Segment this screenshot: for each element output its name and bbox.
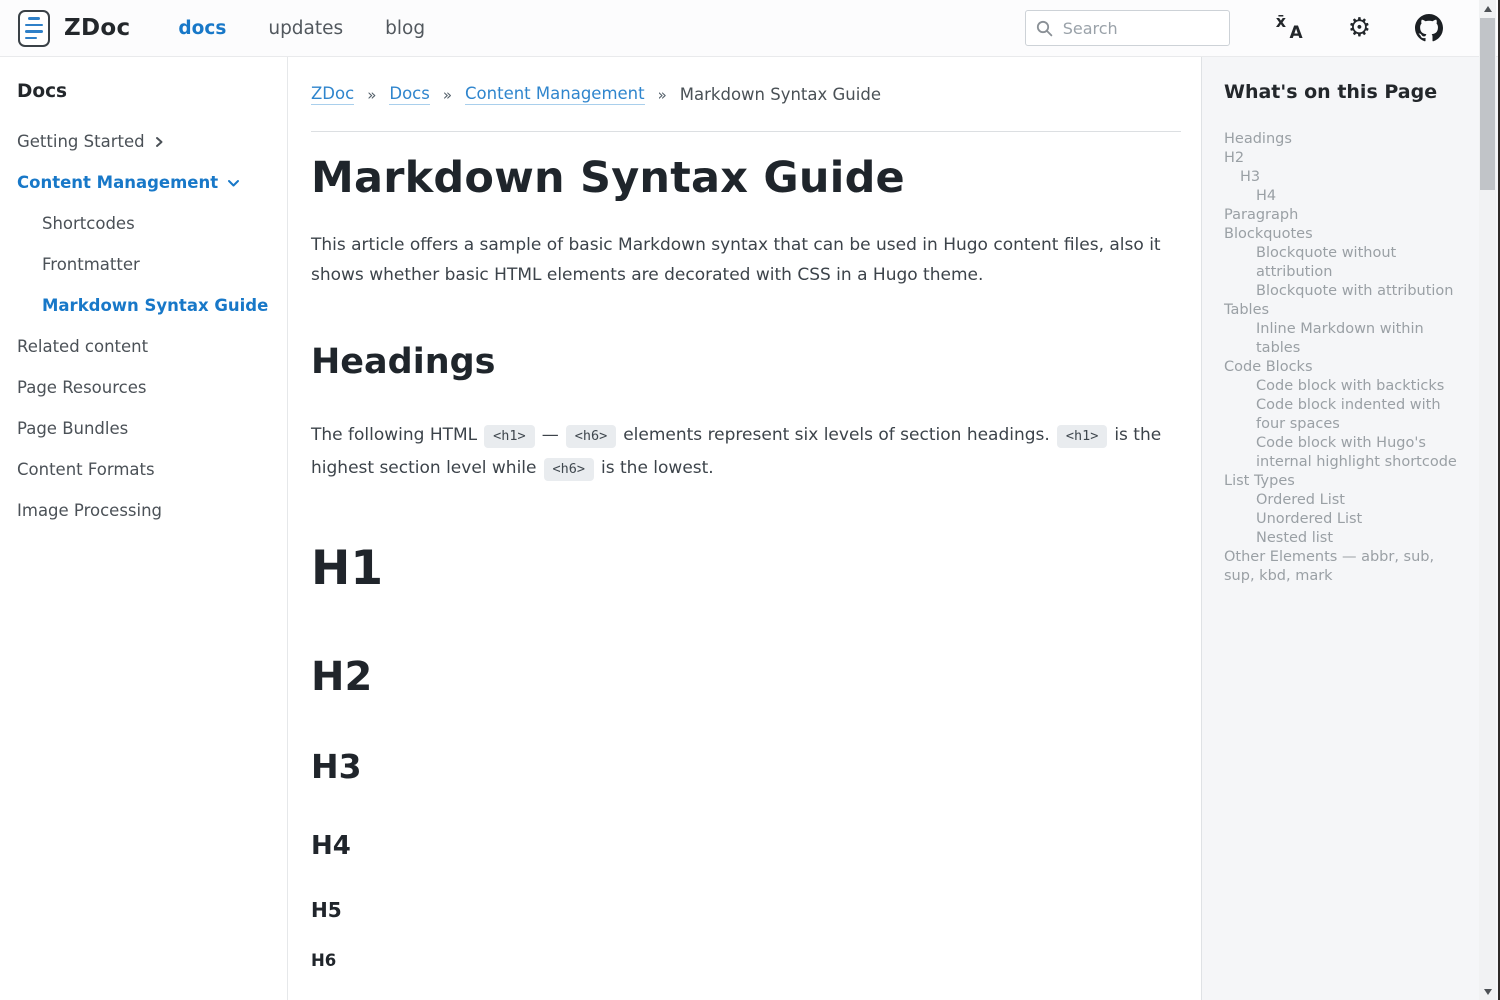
toc-title: What's on this Page xyxy=(1224,81,1474,103)
sample-heading-h5: H5 xyxy=(311,899,1181,922)
headings-note-paragraph: The following HTML <h1> — <h6> elements repr… xyxy=(311,419,1163,485)
toc-item-h2[interactable]: H2 xyxy=(1224,149,1469,168)
scroll-down-arrow-icon[interactable] xyxy=(1479,983,1496,1000)
logo-line xyxy=(25,37,37,40)
nav-item-docs[interactable]: docs xyxy=(178,18,226,39)
brand-title[interactable]: ZDoc xyxy=(64,15,130,41)
toc-item-tables[interactable]: Tables xyxy=(1224,301,1469,320)
scroll-up-arrow-icon[interactable] xyxy=(1479,0,1496,17)
sample-heading-h2: H2 xyxy=(311,654,1181,700)
section-heading-headings: Headings xyxy=(311,341,1181,383)
sidebar-item-label: Content Management xyxy=(17,173,218,192)
breadcrumb-separator: » xyxy=(367,86,376,104)
inline-code-h6: <h6> xyxy=(566,425,617,448)
inline-code-h1: <h1> xyxy=(484,425,535,448)
sidebar-item-image-processing[interactable]: Image Processing xyxy=(17,501,273,520)
toc-item-h4[interactable]: H4 xyxy=(1224,187,1469,206)
sidebar-item-label: Getting Started xyxy=(17,132,145,151)
note-text: elements represent six levels of section… xyxy=(623,425,1050,445)
sidebar-item-page-bundles[interactable]: Page Bundles xyxy=(17,419,273,438)
search-input[interactable] xyxy=(1063,19,1213,38)
toc-item-blockquote-without-attribution[interactable]: Blockquote without attribution xyxy=(1224,244,1469,282)
toc-item-code-block-with-backticks[interactable]: Code block with backticks xyxy=(1224,377,1469,396)
sidebar-item-content-formats[interactable]: Content Formats xyxy=(17,460,273,479)
sidebar-item-getting-started[interactable]: Getting Started xyxy=(17,132,273,151)
page: ZDoc docs updates blog ⚙ Docs Getting xyxy=(0,0,1500,1000)
breadcrumb-link-docs[interactable]: Docs xyxy=(389,84,429,105)
sidebar-item-label: Page Bundles xyxy=(17,419,128,438)
toc-item-code-blocks[interactable]: Code Blocks xyxy=(1224,358,1469,377)
translate-icon[interactable] xyxy=(1276,15,1304,41)
chevron-down-icon xyxy=(227,178,240,188)
sidebar-item-page-resources[interactable]: Page Resources xyxy=(17,378,273,397)
breadcrumb-separator: » xyxy=(658,86,667,104)
app-logo-icon[interactable] xyxy=(18,10,50,47)
toc-item-unordered-list[interactable]: Unordered List xyxy=(1224,510,1469,529)
sample-heading-h4: H4 xyxy=(311,832,1181,862)
github-icon[interactable] xyxy=(1415,14,1443,42)
breadcrumb-link-content-management[interactable]: Content Management xyxy=(465,84,645,105)
toc-item-code-block-highlight-shortcode[interactable]: Code block with Hugo's internal highligh… xyxy=(1224,434,1469,472)
toc-item-code-block-indented[interactable]: Code block indented with four spaces xyxy=(1224,396,1469,434)
sidebar-item-label: Markdown Syntax Guide xyxy=(42,296,268,315)
sidebar-item-markdown-syntax-guide[interactable]: Markdown Syntax Guide xyxy=(42,296,273,315)
toc-item-headings[interactable]: Headings xyxy=(1224,130,1469,149)
chevron-right-icon xyxy=(154,136,164,148)
nav-item-blog[interactable]: blog xyxy=(385,18,425,39)
toc-panel: What's on this Page Headings H2 H3 H4 Pa… xyxy=(1201,57,1498,1000)
sidebar-item-label: Image Processing xyxy=(17,501,162,520)
inline-code-h1: <h1> xyxy=(1057,425,1108,448)
sidebar-item-label: Content Formats xyxy=(17,460,155,479)
main-content: ZDoc » Docs » Content Management » Markd… xyxy=(288,57,1201,1000)
sample-heading-h3: H3 xyxy=(311,748,1181,786)
scrollbar[interactable] xyxy=(1479,0,1496,1000)
search-box[interactable] xyxy=(1025,10,1230,46)
toc-item-ordered-list[interactable]: Ordered List xyxy=(1224,491,1469,510)
note-text: The following HTML xyxy=(311,425,477,445)
sample-heading-h1: H1 xyxy=(311,542,1181,596)
search-icon xyxy=(1036,20,1053,37)
logo-line xyxy=(25,24,43,27)
breadcrumb-link-zdoc[interactable]: ZDoc xyxy=(311,84,354,105)
sidebar-item-label: Related content xyxy=(17,337,148,356)
sidebar-item-label: Page Resources xyxy=(17,378,146,397)
header-icons: ⚙ xyxy=(1276,14,1443,42)
breadcrumb: ZDoc » Docs » Content Management » Markd… xyxy=(311,84,1181,105)
sidebar-item-related-content[interactable]: Related content xyxy=(17,337,273,356)
breadcrumb-current: Markdown Syntax Guide xyxy=(680,85,881,104)
toc-item-paragraph[interactable]: Paragraph xyxy=(1224,206,1469,225)
toc-list: Headings H2 H3 H4 Paragraph Blockquotes … xyxy=(1224,130,1469,586)
sidebar-item-shortcodes[interactable]: Shortcodes xyxy=(42,214,273,233)
sidebar-item-content-management[interactable]: Content Management xyxy=(17,173,273,192)
note-text: is the lowest. xyxy=(601,458,714,478)
sidebar-title: Docs xyxy=(17,81,273,102)
logo-line xyxy=(25,30,43,33)
nav-item-updates[interactable]: updates xyxy=(268,18,343,39)
note-text: — xyxy=(542,425,559,445)
toc-item-other-elements[interactable]: Other Elements — abbr, sub, sup, kbd, ma… xyxy=(1224,548,1469,586)
toc-item-h3[interactable]: H3 xyxy=(1224,168,1469,187)
logo-line xyxy=(28,17,40,20)
sample-heading-h6: H6 xyxy=(311,952,1181,971)
sidebar-item-label: Frontmatter xyxy=(42,255,140,274)
content-row: Docs Getting Started Content Management … xyxy=(0,57,1498,1000)
intro-paragraph: This article offers a sample of basic Ma… xyxy=(311,230,1163,290)
toc-item-list-types[interactable]: List Types xyxy=(1224,472,1469,491)
settings-gear-icon[interactable]: ⚙ xyxy=(1348,15,1371,41)
sidebar-item-label: Shortcodes xyxy=(42,214,135,233)
header: ZDoc docs updates blog ⚙ xyxy=(0,0,1498,57)
breadcrumb-separator: » xyxy=(443,86,452,104)
toc-item-inline-markdown-within-tables[interactable]: Inline Markdown within tables xyxy=(1224,320,1469,358)
toc-item-blockquote-with-attribution[interactable]: Blockquote with attribution xyxy=(1224,282,1469,301)
page-title: Markdown Syntax Guide xyxy=(311,154,1181,203)
top-nav: docs updates blog xyxy=(178,18,425,39)
inline-code-h6: <h6> xyxy=(544,458,595,481)
breadcrumb-divider xyxy=(311,131,1181,132)
toc-item-blockquotes[interactable]: Blockquotes xyxy=(1224,225,1469,244)
sidebar: Docs Getting Started Content Management … xyxy=(0,57,288,1000)
scrollbar-thumb[interactable] xyxy=(1480,18,1495,190)
sidebar-item-frontmatter[interactable]: Frontmatter xyxy=(42,255,273,274)
toc-item-nested-list[interactable]: Nested list xyxy=(1224,529,1469,548)
